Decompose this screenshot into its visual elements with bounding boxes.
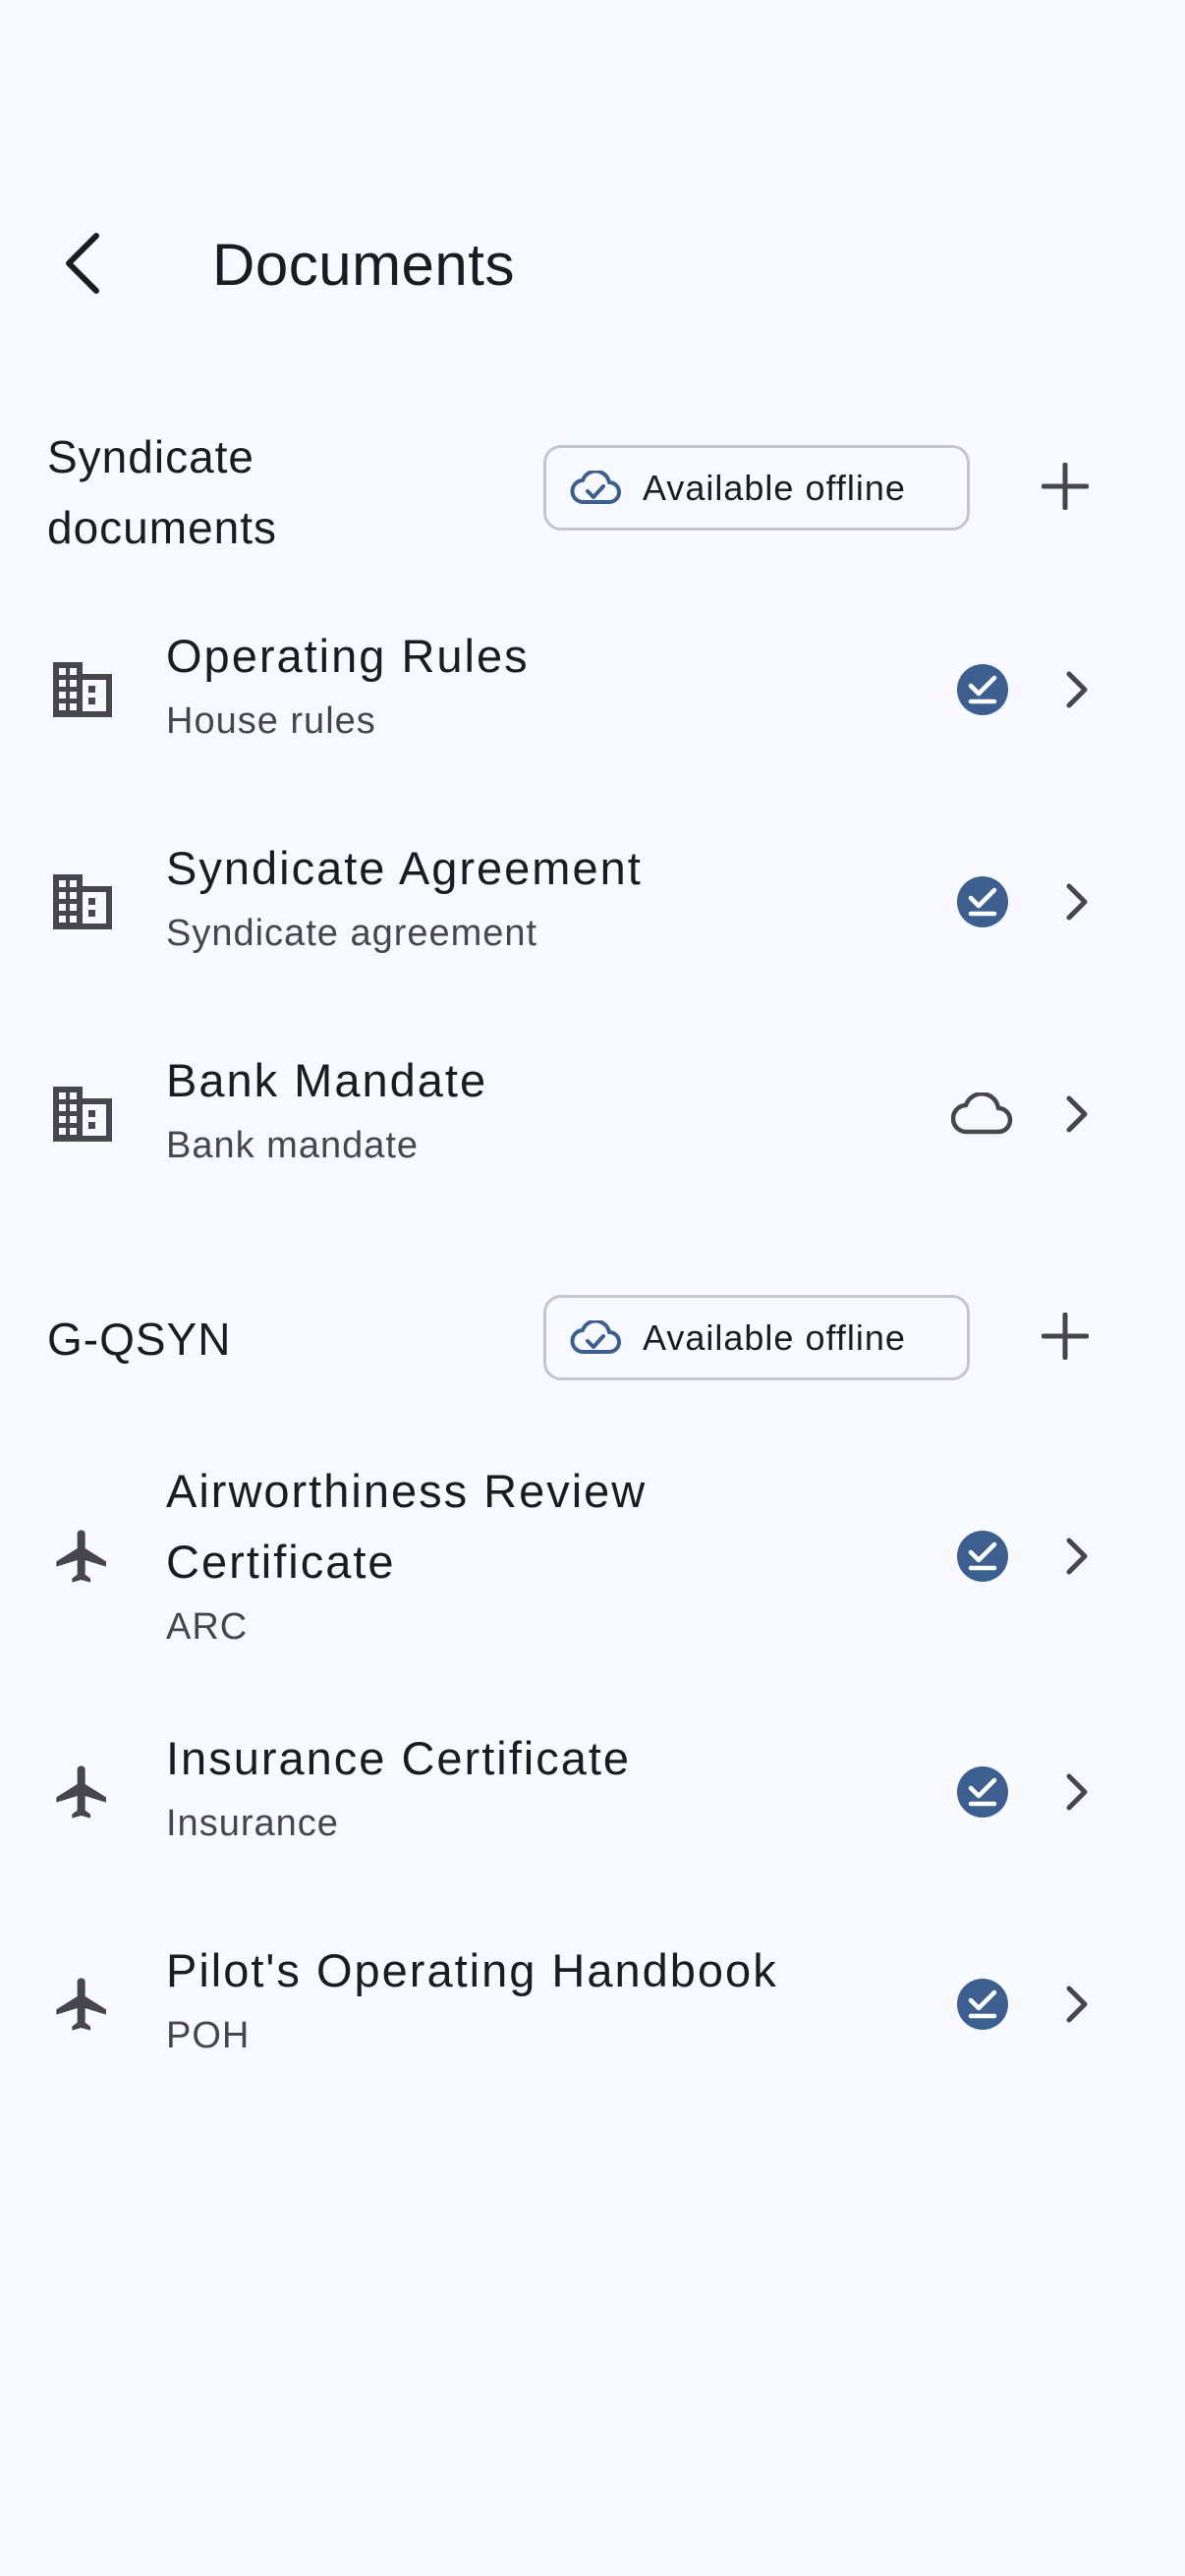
item-text: Insurance Certificate Insurance [166, 1723, 834, 1853]
section-title: G-QSYN [47, 1314, 232, 1365]
item-subtitle: Syndicate agreement [166, 913, 538, 954]
item-title: Insurance Certificate [166, 1732, 632, 1784]
item-subtitle: ARC [166, 1606, 249, 1648]
item-text: Airworthiness Review Certificate ARC [166, 1456, 834, 1656]
item-title: Pilot's Operating Handbook [166, 1944, 778, 1996]
back-button[interactable] [33, 218, 128, 312]
list-item-bank-mandate[interactable]: Bank Mandate Bank mandate [0, 1043, 1185, 1185]
add-icon [1041, 462, 1090, 515]
cloud-done-icon [570, 469, 621, 508]
top-app-bar: Documents [0, 206, 1185, 324]
chevron-right-icon [1049, 1761, 1104, 1823]
list-item-pilots-operating-handbook[interactable]: Pilot's Operating Handbook POH [0, 1933, 1185, 2075]
check-circle-icon [951, 658, 1014, 721]
item-title-line2: Certificate [166, 1536, 396, 1588]
page-title: Documents [212, 232, 515, 298]
item-text: Syndicate Agreement Syndicate agreement [166, 833, 834, 963]
available-offline-chip[interactable]: Available offline [543, 1295, 970, 1380]
chip-label: Available offline [643, 467, 906, 508]
item-title: Operating Rules [166, 630, 530, 682]
chip-label: Available offline [643, 1316, 906, 1358]
item-title: Syndicate Agreement [166, 842, 643, 894]
item-text: Operating Rules House rules [166, 621, 834, 751]
arrow-back-icon [53, 228, 108, 304]
section-title: Syndicate documents [47, 421, 277, 563]
chevron-right-icon [1049, 1083, 1104, 1146]
add-icon [1041, 1312, 1090, 1365]
item-title-line1: Airworthiness Review [166, 1465, 648, 1517]
list-item-operating-rules[interactable]: Operating Rules House rules [0, 619, 1185, 760]
cloud-outline-icon [951, 1083, 1014, 1146]
check-circle-icon [951, 870, 1014, 933]
item-subtitle: POH [166, 2015, 251, 2056]
item-subtitle: House rules [166, 700, 376, 742]
airplane-icon [43, 1965, 122, 2044]
building-icon [43, 863, 122, 941]
section-title-line1: Syndicate [47, 431, 255, 482]
add-document-button[interactable] [1018, 1291, 1112, 1385]
section-header-syndicate-documents: Syndicate documents Available offline [0, 418, 1185, 565]
check-circle-icon [951, 1761, 1014, 1823]
available-offline-chip[interactable]: Available offline [543, 445, 970, 531]
building-icon [43, 650, 122, 729]
item-title: Airworthiness Review Certificate [166, 1456, 834, 1597]
item-subtitle: Insurance [166, 1803, 339, 1844]
chevron-right-icon [1049, 870, 1104, 933]
list-item-syndicate-agreement[interactable]: Syndicate Agreement Syndicate agreement [0, 831, 1185, 973]
airplane-icon [43, 1753, 122, 1831]
section-title-line2: documents [47, 502, 278, 553]
chevron-right-icon [1049, 1973, 1104, 2036]
check-circle-icon [951, 1973, 1014, 2036]
item-text: Pilot's Operating Handbook POH [166, 1935, 834, 2065]
cloud-done-icon [570, 1318, 621, 1358]
item-subtitle: Bank mandate [166, 1125, 420, 1166]
add-document-button[interactable] [1018, 441, 1112, 535]
chevron-right-icon [1049, 658, 1104, 721]
chevron-right-icon [1049, 1525, 1104, 1588]
list-item-airworthiness-review-certificate[interactable]: Airworthiness Review Certificate ARC [0, 1456, 1185, 1656]
list-item-insurance-certificate[interactable]: Insurance Certificate Insurance [0, 1721, 1185, 1863]
item-title: Bank Mandate [166, 1054, 488, 1106]
item-text: Bank Mandate Bank mandate [166, 1045, 834, 1175]
section-header-g-qsyn: G-QSYN Available offline [0, 1277, 1185, 1405]
building-icon [43, 1075, 122, 1153]
airplane-icon [43, 1517, 122, 1596]
check-circle-icon [951, 1525, 1014, 1588]
